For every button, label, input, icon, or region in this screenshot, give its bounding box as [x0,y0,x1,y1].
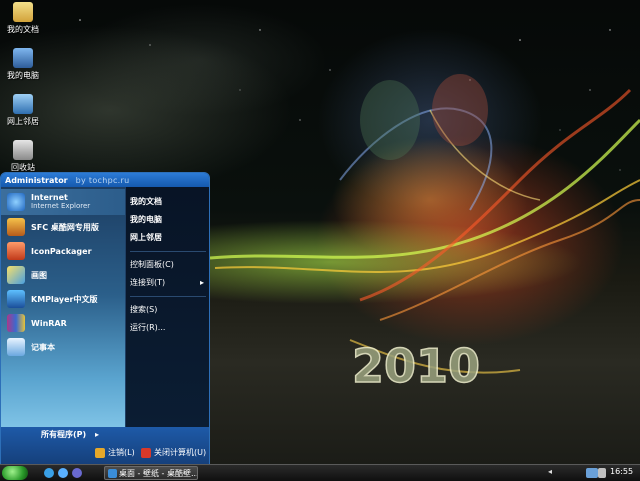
program-kmplayer[interactable]: KMPlayer中文版 [1,287,125,311]
winrar-icon [7,314,25,332]
recycle-bin-icon [13,140,33,160]
logoff-label: 注销(L) [108,448,135,457]
paint-icon [7,266,25,284]
program-title: Internet [31,193,68,202]
start-menu: Administrator by tochpc.ru Internet Inter… [0,172,210,466]
desktop-icon-my-documents[interactable]: 我的文档 [0,2,46,35]
menu-separator [130,296,206,297]
start-menu-footer: 所有程序(P) ▸ 注销(L) 关闭计算机(U) [1,427,209,465]
all-programs-button[interactable]: 所有程序(P) ▸ [41,429,99,440]
iconpackager-icon [7,242,25,260]
logoff-icon [95,447,105,458]
program-title: KMPlayer中文版 [31,294,98,304]
user-name: Administrator [5,175,68,185]
start-button[interactable] [2,466,28,480]
program-iconpackager[interactable]: IconPackager [1,239,125,263]
taskbar: 桌面 - 壁纸 - 桌酷壁... ◂ 16:55 [0,464,640,481]
program-subtitle: Internet Explorer [31,202,91,210]
quicklaunch-desktop-icon[interactable] [44,468,54,478]
desktop-icon-label: 网上邻居 [7,117,39,126]
program-notepad[interactable]: 记事本 [1,335,125,359]
notepad-icon [7,338,25,356]
place-network[interactable]: 网上邻居 [126,229,209,247]
place-my-computer[interactable]: 我的电脑 [126,211,209,229]
place-connect-to[interactable]: 连接到(T) ▸ [126,274,209,292]
menu-byline: by tochpc.ru [75,175,130,185]
my-computer-icon [13,48,33,68]
program-title: 画图 [31,270,47,280]
all-programs-label: 所有程序(P) [41,430,87,439]
shutdown-icon [141,447,151,458]
kmplayer-icon [7,290,25,308]
program-title: WinRAR [31,318,67,328]
volume-tray-icon[interactable] [598,468,606,478]
program-title: 记事本 [31,342,55,352]
start-menu-header: Administrator by tochpc.ru [1,173,209,187]
logoff-button[interactable]: 注销(L) [95,447,135,458]
program-title: IconPackager [31,246,92,256]
quicklaunch-media-player-icon[interactable] [72,468,82,478]
network-places-icon [13,94,33,114]
program-sfc[interactable]: SFC 桌酷网专用版 [1,215,125,239]
tray-expand-icon[interactable]: ◂ [548,467,552,476]
explorer-window-icon [108,469,117,478]
internet-explorer-icon [7,193,25,211]
program-internet[interactable]: Internet Internet Explorer [1,189,125,215]
shutdown-button[interactable]: 关闭计算机(U) [141,447,206,458]
sfc-icon [7,218,25,236]
quicklaunch-internet-explorer-icon[interactable] [58,468,68,478]
program-title: SFC 桌酷网专用版 [31,222,99,232]
desktop-icon-label: 我的电脑 [7,71,39,80]
all-programs-arrow-icon: ▸ [94,430,99,439]
my-documents-icon [13,2,33,22]
connect-to-label: 连接到(T) [130,278,166,287]
desktop-icon-label: 我的文档 [7,25,39,34]
shutdown-label: 关闭计算机(U) [154,448,207,457]
place-my-documents[interactable]: 我的文档 [126,193,209,211]
desktop-icon-network-places[interactable]: 网上邻居 [0,94,46,127]
clock[interactable]: 16:55 [610,467,633,476]
program-winrar[interactable]: WinRAR [1,311,125,335]
place-control-panel[interactable]: 控制面板(C) [126,256,209,274]
network-tray-icon[interactable] [586,468,598,478]
taskbar-window-button[interactable]: 桌面 - 壁纸 - 桌酷壁... [104,466,198,480]
place-search[interactable]: 搜索(S) [126,301,209,319]
task-title: 桌面 - 壁纸 - 桌酷壁... [119,469,198,478]
program-paint[interactable]: 画图 [1,263,125,287]
wallpaper-2010-text: 2010 [352,339,480,393]
pinned-programs-pane: Internet Internet Explorer SFC 桌酷网专用版 Ico… [1,187,125,427]
menu-separator [130,251,206,252]
desktop-icon-recycle-bin[interactable]: 回收站 [0,140,46,173]
places-pane: 我的文档 我的电脑 网上邻居 控制面板(C) 连接到(T) ▸ 搜索(S) 运行(… [125,187,209,427]
submenu-arrow-icon: ▸ [199,278,204,287]
desktop-icon-my-computer[interactable]: 我的电脑 [0,48,46,81]
place-run[interactable]: 运行(R)... [126,319,209,337]
